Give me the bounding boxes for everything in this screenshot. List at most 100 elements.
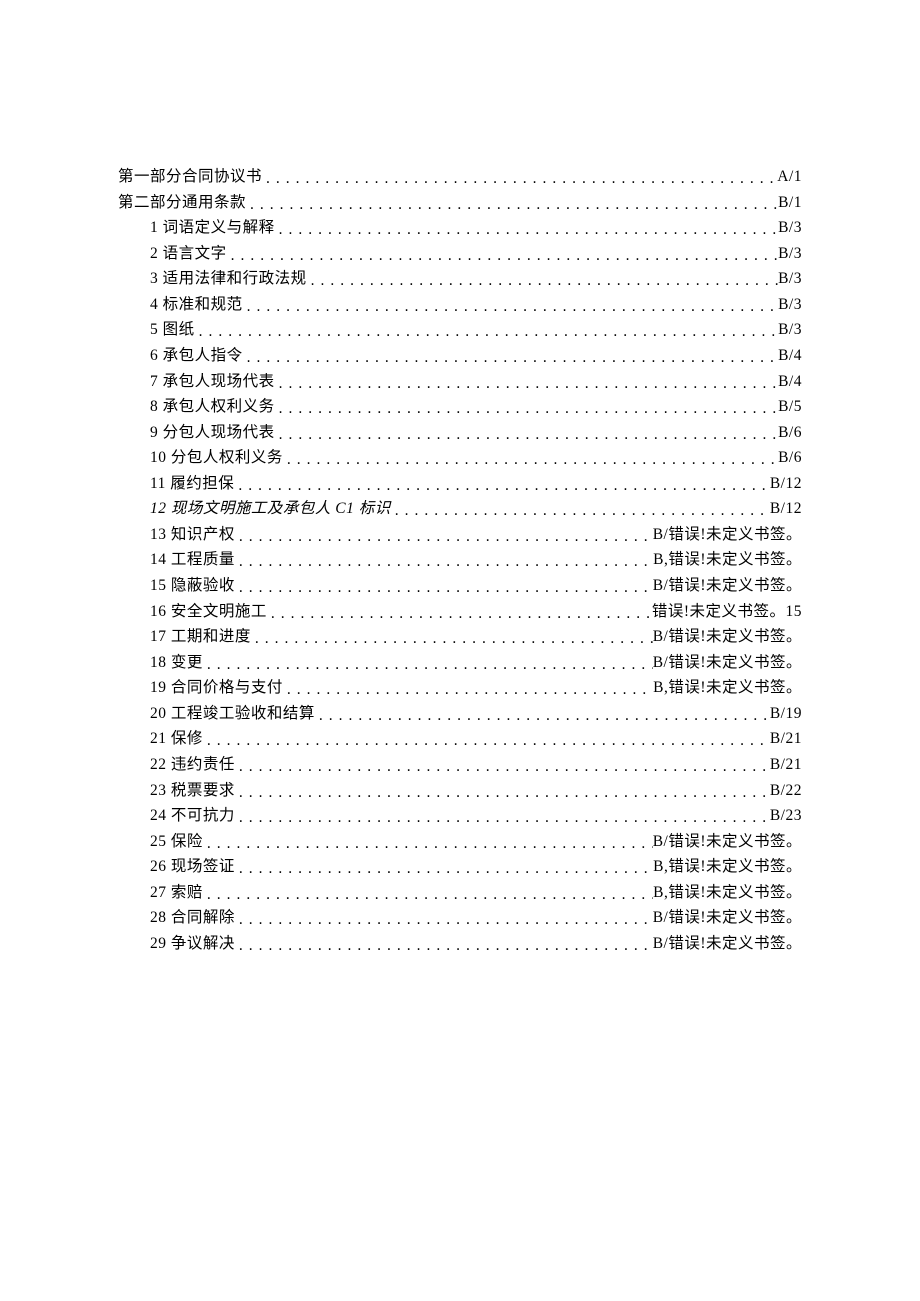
toc-leader-dots <box>251 626 653 652</box>
toc-page-ref: B/错误!未定义书签。 <box>653 931 802 957</box>
toc-page-ref: B/3 <box>778 292 802 318</box>
toc-page-ref: A/1 <box>777 164 802 190</box>
toc-leader-dots <box>315 703 770 729</box>
toc-page-ref: B/19 <box>770 701 802 727</box>
toc-title: 26 现场签证 <box>150 854 235 880</box>
toc-entry: 28 合同解除 B/错误!未定义书签。 <box>118 905 802 931</box>
toc-leader-dots <box>235 933 653 959</box>
toc-entry: 21 保修B/21 <box>118 726 802 752</box>
toc-page-ref: B/3 <box>778 241 802 267</box>
toc-title: 6 承包人指令 <box>150 343 243 369</box>
toc-title: 16 安全文明施工 <box>150 599 267 625</box>
toc-entry: 24 不可抗力B/23 <box>118 803 802 829</box>
toc-title: 11 履约担保 <box>150 471 234 497</box>
toc-entry: 29 争议解决 B/错误!未定义书签。 <box>118 931 802 957</box>
toc-title: 12 现场文明施工及承包人 C1 标识 <box>150 496 391 522</box>
toc-entry: 11 履约担保B/12 <box>118 471 802 497</box>
toc-entry: 13 知识产权 B/错误!未定义书签。 <box>118 522 802 548</box>
toc-page-ref: B/23 <box>770 803 802 829</box>
toc-leader-dots <box>275 422 778 448</box>
toc-title: 4 标准和规范 <box>150 292 243 318</box>
toc-entry: 10 分包人权利义务 B/6 <box>118 445 802 471</box>
toc-page-ref: 错误!未定义书签。15 <box>652 599 802 625</box>
toc-title: 第二部分通用条款 <box>118 190 246 216</box>
toc-page-ref: B,错误!未定义书签。 <box>653 880 802 906</box>
toc-entry: 22 违约责任 B/21 <box>118 752 802 778</box>
toc-leader-dots <box>235 780 770 806</box>
toc-entry: 2 语言文字 B/3 <box>118 241 802 267</box>
toc-entry: 18 变更 B/错误!未定义书签。 <box>118 650 802 676</box>
toc-title: 14 工程质量 <box>150 547 235 573</box>
toc-leader-dots <box>283 677 653 703</box>
toc-leader-dots <box>234 473 770 499</box>
toc-title: 9 分包人现场代表 <box>150 420 275 446</box>
toc-leader-dots <box>195 319 778 345</box>
toc-entry: 16 安全文明施工 错误!未定义书签。15 <box>118 599 802 625</box>
toc-page-ref: B/6 <box>778 445 802 471</box>
toc-page-ref: B/3 <box>778 215 802 241</box>
toc-title: 5 图纸 <box>150 317 195 343</box>
toc-page-ref: B/错误!未定义书签。 <box>653 573 802 599</box>
toc-leader-dots <box>275 371 778 397</box>
toc-title: 7 承包人现场代表 <box>150 369 275 395</box>
toc-entry: 14 工程质量 B,错误!未定义书签。 <box>118 547 802 573</box>
toc-entry: 27 索赔 B,错误!未定义书签。 <box>118 880 802 906</box>
toc-leader-dots <box>227 243 778 269</box>
toc-page-ref: B/错误!未定义书签。 <box>653 522 802 548</box>
toc-title: 10 分包人权利义务 <box>150 445 283 471</box>
toc-page-ref: B/12 <box>770 496 802 522</box>
toc-title: 28 合同解除 <box>150 905 235 931</box>
toc-entry: 20 工程竣工验收和结算 B/19 <box>118 701 802 727</box>
toc-entry: 19 合同价格与支付 B,错误!未定义书签。 <box>118 675 802 701</box>
toc-title: 13 知识产权 <box>150 522 235 548</box>
toc-title: 27 索赔 <box>150 880 203 906</box>
toc-page-ref: B/1 <box>778 190 802 216</box>
toc-title: 20 工程竣工验收和结算 <box>150 701 315 727</box>
toc-entry: 4 标准和规范 B/3 <box>118 292 802 318</box>
toc-page-ref: B/22 <box>770 778 802 804</box>
toc-leader-dots <box>275 396 778 422</box>
toc-title: 29 争议解决 <box>150 931 235 957</box>
toc-leader-dots <box>243 345 778 371</box>
toc-title: 2 语言文字 <box>150 241 227 267</box>
toc-entry: 3 适用法律和行政法规B/3 <box>118 266 802 292</box>
toc-title: 第一部分合同协议书 <box>118 164 262 190</box>
toc-page-ref: B/错误!未定义书签。 <box>653 650 802 676</box>
table-of-contents: 第一部分合同协议书A/1第二部分通用条款B/11 词语定义与解释B/32 语言文… <box>118 164 802 956</box>
toc-page-ref: B,错误!未定义书签。 <box>653 675 802 701</box>
toc-page-ref: B/错误!未定义书签。 <box>653 829 802 855</box>
toc-leader-dots <box>267 601 652 627</box>
toc-title: 3 适用法律和行政法规 <box>150 266 307 292</box>
toc-entry: 15 隐蔽验收 B/错误!未定义书签。 <box>118 573 802 599</box>
toc-title: 8 承包人权利义务 <box>150 394 275 420</box>
toc-leader-dots <box>283 447 778 473</box>
toc-page-ref: B/4 <box>778 343 802 369</box>
page-container: 第一部分合同协议书A/1第二部分通用条款B/11 词语定义与解释B/32 语言文… <box>0 0 920 1301</box>
toc-title: 19 合同价格与支付 <box>150 675 283 701</box>
toc-entry: 26 现场签证 B,错误!未定义书签。 <box>118 854 802 880</box>
toc-title: 25 保险 <box>150 829 203 855</box>
toc-entry: 第二部分通用条款 B/1 <box>118 190 802 216</box>
toc-entry: 6 承包人指令 B/4 <box>118 343 802 369</box>
toc-entry: 8 承包人权利义务 B/5 <box>118 394 802 420</box>
toc-leader-dots <box>246 192 778 218</box>
toc-leader-dots <box>203 652 653 678</box>
toc-page-ref: B/5 <box>778 394 802 420</box>
toc-leader-dots <box>307 268 778 294</box>
toc-title: 18 变更 <box>150 650 203 676</box>
toc-leader-dots <box>235 907 653 933</box>
toc-title: 23 税票要求 <box>150 778 235 804</box>
toc-entry: 25 保险 B/错误!未定义书签。 <box>118 829 802 855</box>
toc-entry: 9 分包人现场代表B/6 <box>118 420 802 446</box>
toc-leader-dots <box>203 882 653 908</box>
toc-title: 22 违约责任 <box>150 752 235 778</box>
toc-title: 1 词语定义与解释 <box>150 215 275 241</box>
toc-entry: 5 图纸 B/3 <box>118 317 802 343</box>
toc-page-ref: B/3 <box>778 317 802 343</box>
toc-leader-dots <box>243 294 778 320</box>
toc-leader-dots <box>235 549 653 575</box>
toc-leader-dots <box>391 498 770 524</box>
toc-leader-dots <box>235 856 653 882</box>
toc-page-ref: B/21 <box>770 752 802 778</box>
toc-page-ref: B/错误!未定义书签。 <box>653 624 802 650</box>
